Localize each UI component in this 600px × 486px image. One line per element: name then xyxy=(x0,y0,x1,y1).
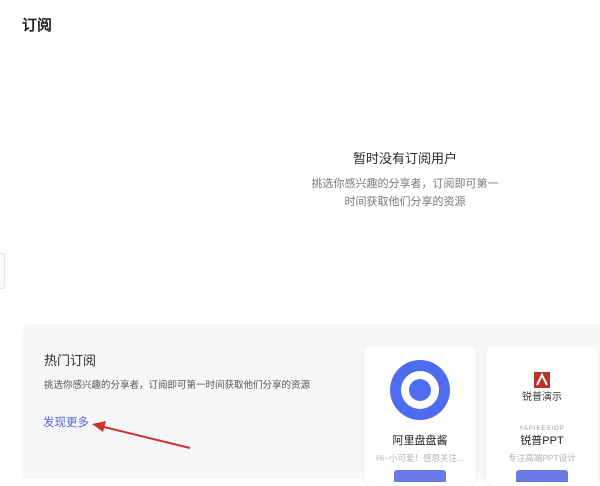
empty-state: 暂时没有订阅用户 挑选你感兴趣的分享者，订阅即可第一 时间获取他们分享的资源 xyxy=(290,148,520,211)
empty-state-description-line1: 挑选你感兴趣的分享者，订阅即可第一 xyxy=(311,178,499,190)
subscription-card-ruipu[interactable]: 锐普演示 YAPIKESIOP 锐普PPT 专注高端PPT设计 xyxy=(486,346,598,486)
card-description: 专注高端PPT设计 xyxy=(508,453,576,463)
card-description: Hi~小可爱！感恩关注... xyxy=(375,453,465,463)
side-collapse-handle[interactable] xyxy=(0,253,5,289)
red-arrow-annotation xyxy=(92,421,191,449)
page-title: 订阅 xyxy=(22,17,53,34)
ruipu-logo-icon: 锐普演示 YAPIKESIOP xyxy=(510,358,574,432)
arrow-head xyxy=(92,421,106,432)
ruipu-logo-text: 锐普演示 xyxy=(522,390,562,402)
arrow-shaft xyxy=(99,425,191,449)
ruipu-mark-icon: 锐普演示 xyxy=(522,372,562,403)
empty-state-description-line2: 时间获取他们分享的资源 xyxy=(344,196,466,208)
subscription-card-aliyun[interactable]: 阿里盘盘酱 Hi~小可爱！感恩关注... xyxy=(364,346,476,486)
subscribe-button[interactable] xyxy=(516,470,568,482)
card-name: 锐普PPT xyxy=(520,435,564,447)
empty-state-title: 暂时没有订阅用户 xyxy=(352,151,457,166)
hot-subscriptions-section: 热门订阅 挑选你感兴趣的分享者，订阅即可第一时间获取他们分享的资源 发现更多 阿… xyxy=(22,324,600,486)
subscribe-button[interactable] xyxy=(394,470,446,482)
aliyun-drive-logo-icon xyxy=(390,360,450,420)
empty-state-description: 挑选你感兴趣的分享者，订阅即可第一 时间获取他们分享的资源 xyxy=(290,175,520,211)
card-name: 阿里盘盘酱 xyxy=(392,435,448,447)
